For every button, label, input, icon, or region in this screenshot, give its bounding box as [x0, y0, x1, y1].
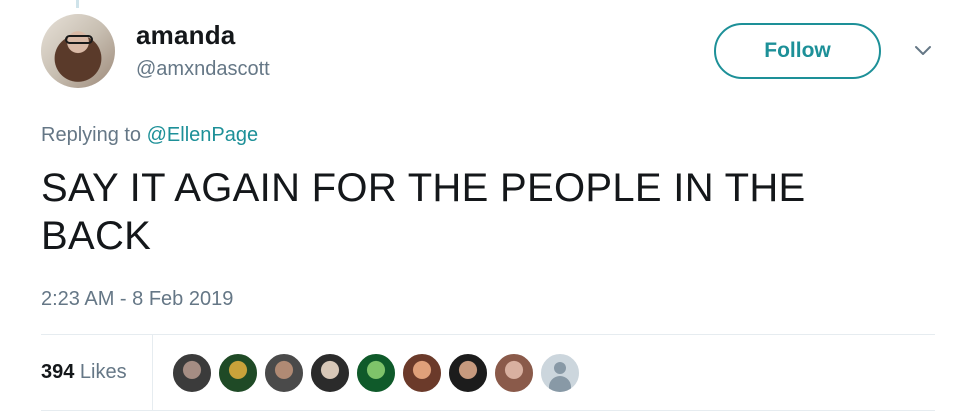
- reply-mention-link[interactable]: @EllenPage: [147, 124, 258, 146]
- divider: [41, 410, 935, 411]
- follow-button[interactable]: Follow: [714, 23, 881, 79]
- author-handle[interactable]: @amxndascott: [136, 58, 270, 81]
- liker-avatar-1[interactable]: [171, 352, 213, 394]
- chevron-down-icon: [915, 46, 931, 55]
- liker-avatar-7[interactable]: [447, 352, 489, 394]
- author-display-name[interactable]: amanda: [136, 20, 235, 51]
- liker-avatar-4[interactable]: [309, 352, 351, 394]
- likes-label: Likes: [74, 361, 127, 383]
- divider: [41, 334, 935, 335]
- likes-number: 394: [41, 361, 75, 383]
- liker-avatar-6[interactable]: [401, 352, 443, 394]
- thread-connector-line: [76, 0, 79, 8]
- liker-avatar-8[interactable]: [493, 352, 535, 394]
- liker-avatar-5[interactable]: [355, 352, 397, 394]
- author-avatar[interactable]: [41, 14, 115, 88]
- stats-separator: [152, 335, 153, 410]
- avatar-glasses: [65, 35, 93, 44]
- likes-count[interactable]: 394 Likes: [41, 361, 127, 384]
- more-options-button[interactable]: [911, 38, 935, 62]
- liker-avatar-3[interactable]: [263, 352, 305, 394]
- tweet-timestamp[interactable]: 2:23 AM - 8 Feb 2019: [41, 288, 233, 311]
- liker-avatar-2[interactable]: [217, 352, 259, 394]
- tweet-text: SAY IT AGAIN FOR THE PEOPLE IN THE BACK: [41, 166, 806, 258]
- reply-context-prefix: Replying to: [41, 124, 147, 146]
- reply-context: Replying to @EllenPage: [41, 124, 258, 147]
- liker-avatar-default[interactable]: [539, 352, 581, 394]
